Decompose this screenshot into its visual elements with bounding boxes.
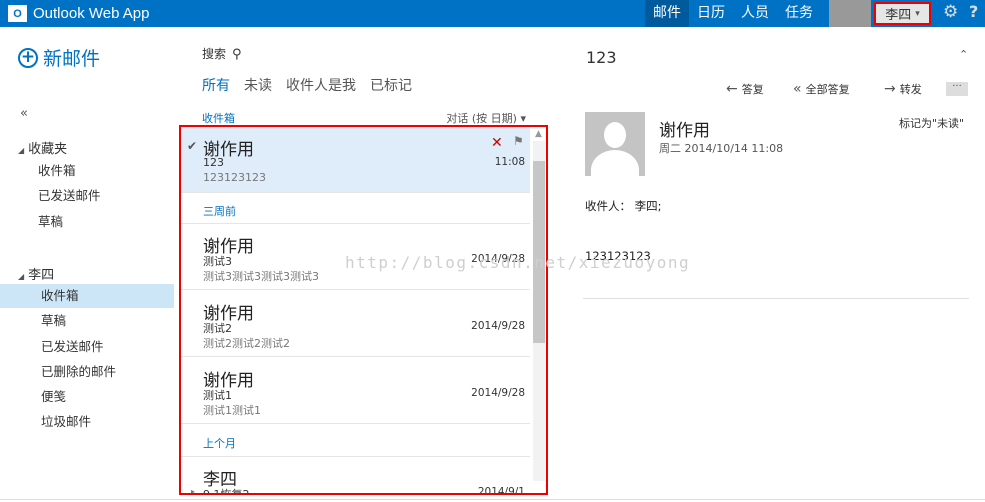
message-date: 2014/9/1 bbox=[477, 486, 525, 495]
triangle-down-icon: ◢ bbox=[18, 146, 25, 155]
message-preview: 123123123 bbox=[203, 171, 266, 184]
list-item[interactable]: 谢作用 测试1 测试1测试1 2014/9/28 bbox=[181, 358, 530, 424]
reading-subject: 123 bbox=[586, 48, 617, 67]
filter-all[interactable]: 所有 bbox=[202, 75, 230, 95]
forward-icon: → bbox=[884, 81, 896, 97]
scrollbar-thumb[interactable] bbox=[533, 161, 545, 343]
nav-tasks[interactable]: 任务 bbox=[777, 0, 821, 27]
nav-calendar[interactable]: 日历 bbox=[689, 0, 733, 27]
message-date: 2014/9/28 bbox=[471, 387, 525, 399]
message-list: ✔ 谢作用 123 123123123 ✕ ⚑ 11:08 三周前 谢作用 测试… bbox=[179, 125, 548, 495]
bottom-divider bbox=[0, 499, 985, 500]
message-subject: 测试3 bbox=[203, 255, 232, 268]
folder-sent[interactable]: 已发送邮件 bbox=[0, 335, 174, 359]
plus-circle-icon: + bbox=[18, 47, 38, 68]
favorites-header[interactable]: ◢ 收藏夹 bbox=[18, 138, 67, 157]
filter-flagged[interactable]: 已标记 bbox=[370, 75, 412, 95]
reply-label: 答复 bbox=[741, 83, 764, 96]
nav-mail[interactable]: 邮件 bbox=[645, 0, 689, 27]
current-folder-label: 收件箱 bbox=[202, 112, 235, 125]
search-box[interactable]: 搜索 ⚲ bbox=[202, 45, 242, 62]
nav-people[interactable]: 人员 bbox=[733, 0, 777, 27]
list-item[interactable]: ✔ 谢作用 123 123123123 ✕ ⚑ 11:08 bbox=[181, 127, 530, 193]
filter-tabs: 所有 未读 收件人是我 已标记 bbox=[202, 75, 426, 95]
reply-all-button[interactable]: «全部答复 bbox=[793, 81, 850, 97]
message-preview: 测试1测试1 bbox=[203, 404, 261, 417]
search-label: 搜索 bbox=[202, 47, 227, 61]
watermark: http://blog.csdn.net/xiezuoyong bbox=[345, 253, 691, 272]
list-item[interactable]: 谢作用 测试2 测试2测试2测试2 2014/9/28 bbox=[181, 291, 530, 357]
user-photo-placeholder bbox=[829, 0, 871, 27]
app-title: Outlook Web App bbox=[33, 5, 150, 22]
filter-to-me[interactable]: 收件人是我 bbox=[286, 75, 356, 95]
reply-icon: ← bbox=[726, 81, 738, 97]
group-header: 三周前 bbox=[203, 205, 236, 218]
folder-notes[interactable]: 便笺 bbox=[0, 385, 174, 409]
list-header: 收件箱 对话 (按 日期) ▾ bbox=[202, 110, 526, 126]
recipients-line: 收件人： 李四; bbox=[585, 198, 662, 214]
sort-dropdown[interactable]: 对话 (按 日期) ▾ bbox=[446, 110, 526, 126]
message-subject: 测试1 bbox=[203, 389, 232, 402]
reply-button[interactable]: ← 答复 bbox=[726, 81, 764, 97]
reading-sender[interactable]: 谢作用 bbox=[659, 116, 710, 141]
flag-icon[interactable]: ⚑ bbox=[513, 134, 524, 148]
reply-all-label: 全部答复 bbox=[805, 83, 850, 96]
message-preview: 测试3测试3测试3测试3 bbox=[203, 270, 319, 283]
to-label: 收件人： bbox=[585, 199, 631, 213]
folder-drafts[interactable]: 草稿 bbox=[0, 309, 174, 333]
sender-avatar bbox=[585, 112, 645, 176]
triangle-down-icon: ◢ bbox=[18, 272, 25, 281]
reading-divider bbox=[583, 298, 969, 299]
account-header[interactable]: ◢ 李四 bbox=[18, 264, 54, 283]
user-name: 李四 bbox=[885, 8, 912, 23]
new-mail-label: 新邮件 bbox=[43, 48, 101, 70]
mark-unread-link[interactable]: 标记为"未读" bbox=[899, 115, 964, 131]
reading-date: 周二 2014/10/14 11:08 bbox=[659, 142, 784, 155]
filter-unread[interactable]: 未读 bbox=[244, 75, 272, 95]
help-icon[interactable]: ? bbox=[969, 2, 978, 21]
scroll-up-icon[interactable]: ▲ bbox=[535, 129, 542, 139]
folder-junk[interactable]: 垃圾邮件 bbox=[0, 410, 174, 434]
user-menu-button[interactable]: 李四 ▾ bbox=[874, 2, 931, 25]
gear-icon[interactable]: ⚙ bbox=[943, 2, 958, 22]
checkmark-icon[interactable]: ✔ bbox=[187, 139, 197, 153]
folder-inbox[interactable]: 收件箱 bbox=[0, 284, 174, 308]
forward-label: 转发 bbox=[899, 83, 922, 96]
app-brand[interactable]: O Outlook Web App bbox=[8, 4, 149, 23]
new-mail-button[interactable]: + 新邮件 bbox=[18, 44, 100, 71]
group-header: 上个月 bbox=[203, 437, 236, 450]
message-date: 11:08 bbox=[494, 156, 525, 168]
message-subject: 9.1恢复2 bbox=[203, 488, 250, 495]
collapse-up-icon[interactable]: ⌃ bbox=[959, 48, 968, 61]
search-icon[interactable]: ⚲ bbox=[232, 47, 242, 62]
expand-conversation-icon[interactable]: ▸ bbox=[191, 487, 195, 493]
outlook-logo-icon: O bbox=[8, 5, 27, 22]
fav-item-drafts[interactable]: 草稿 bbox=[0, 210, 174, 234]
reply-all-icon: « bbox=[793, 81, 802, 97]
message-subject: 123 bbox=[203, 156, 224, 169]
chevron-down-icon: ▾ bbox=[915, 8, 920, 19]
message-date: 2014/9/28 bbox=[471, 320, 525, 332]
more-actions-button[interactable]: ··· bbox=[946, 82, 968, 96]
top-nav: 邮件 日历 人员 任务 bbox=[645, 0, 821, 27]
to-value[interactable]: 李四; bbox=[635, 199, 662, 213]
message-preview: 测试2测试2测试2 bbox=[203, 337, 290, 350]
folder-deleted[interactable]: 已删除的邮件 bbox=[0, 360, 174, 384]
collapse-sidebar-icon[interactable]: « bbox=[20, 106, 28, 121]
forward-button[interactable]: → 转发 bbox=[884, 81, 922, 97]
top-bar: O Outlook Web App 邮件 日历 人员 任务 李四 ▾ ⚙ ? bbox=[0, 0, 985, 27]
favorites-title: 收藏夹 bbox=[28, 142, 68, 157]
account-title: 李四 bbox=[28, 268, 55, 283]
delete-icon[interactable]: ✕ bbox=[491, 135, 503, 151]
list-item[interactable]: 李四 9.1恢复2 2014/9/1 bbox=[181, 457, 530, 495]
fav-item-sent[interactable]: 已发送邮件 bbox=[0, 184, 174, 208]
fav-item-inbox[interactable]: 收件箱 bbox=[0, 159, 174, 183]
message-subject: 测试2 bbox=[203, 322, 232, 335]
